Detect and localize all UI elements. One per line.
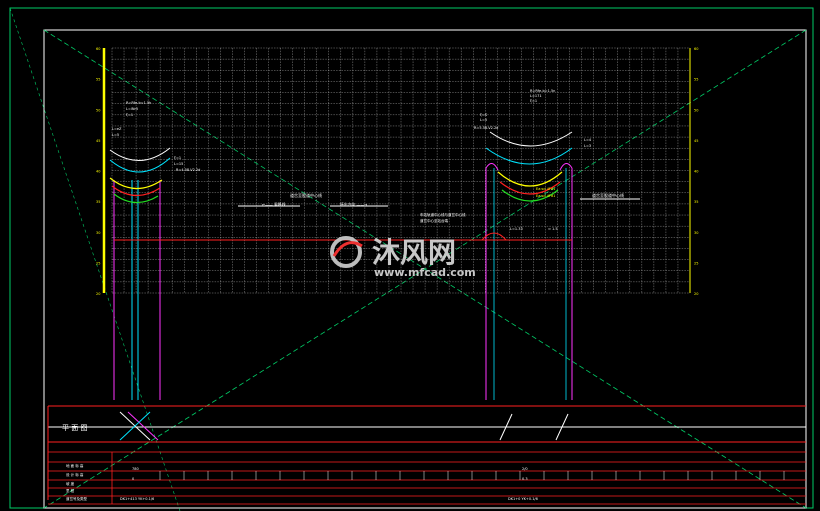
plan-label: 平 面 图 [62,424,87,432]
center-label-top: 道岔至股道中心线 [290,192,322,198]
scale-label: 45 [96,139,100,143]
station-note-1: 车站轨道中心线与道岔中心线 [420,212,466,217]
scale-label: 30 [96,231,100,235]
table-left-sub: 0 [132,477,134,481]
right-pipe-note-1: Ea:sd 4Fd1 [536,187,555,191]
table-bottom-left: DK1+413 YK+0.1/6 [120,497,154,501]
center-label-left-arrow: ←—— 乘降线 [262,202,286,207]
right-side-note-1: L=4 [584,138,592,142]
table-left-top: 780 [132,467,139,471]
scale-label: 60 [96,47,100,51]
station-note-2: 道岔中心至站台端 [420,218,448,223]
right-station-label: ≈ 1.5 [548,227,558,231]
scale-label: 55 [96,78,100,82]
scale-label: 50 [96,108,100,112]
left-mid-block-1: L=eZ [112,127,122,131]
left-top-block-2: L=lNr5 [126,107,138,111]
right-top-block-2: L=171 [530,94,542,98]
scale-label: 20 [694,292,698,296]
scale-label: 60 [694,47,698,51]
watermark-url: www.mfcad.com [374,266,476,279]
cad-drawing-canvas: 60 55 50 45 40 35 30 25 20 60 55 50 45 40 35 30 25 20 平 … [0,0,820,511]
scale-label: 40 [96,170,100,174]
center-label-right-arrow: 接出方向 ——→ [340,202,367,207]
table-row-label-3: 坡 度 [66,481,75,486]
left-mid-block-2: L=5 [112,133,119,137]
left-top-block-1: R=Rfe-b=1.5h [126,101,151,105]
right-pipe-note-2: Ea:sd 4Fd1 [536,194,555,198]
scale-label: 25 [694,261,698,265]
scale-label: 55 [694,78,698,82]
table-row-label-4: 里 程 [66,488,75,493]
table-row-label-1: 地 面 标 高 [66,463,84,468]
table-right-sub: 0.3 [522,477,528,481]
right-arrow-label: 道岔至股道中心线 [592,192,624,198]
scale-label: 35 [694,200,698,204]
scale-label: 45 [694,139,698,143]
scale-label: 30 [694,231,698,235]
scale-label: 50 [694,108,698,112]
watermark-brand: 沐风网 [372,236,456,269]
scale-label: 40 [694,170,698,174]
table-right-top: 2/0 [522,467,528,471]
right-mid-block-1: ξ=S [480,113,488,117]
left-curve-note-2: R=4.58-V2.2d [176,168,200,172]
right-curve-note: R=5.58-V2.2d [474,126,498,130]
table-row-label-2: 设 计 标 高 [66,472,84,477]
right-top-block-1: R=Rfe-b=1.5n [530,89,555,93]
right-side-note-2: L=3 [584,144,591,148]
table-row-label-5: 道岔号及类型 [66,496,87,501]
scale-label: 25 [96,261,100,265]
station-note-3: L=1.33 [510,227,523,231]
right-mid-block-2: L=5 [480,118,487,122]
table-bottom-right: DK1+0 YK+0.1/6 [508,497,538,501]
left-curve-note-1a: ξ=1 [174,156,181,160]
scale-label: 20 [96,292,100,296]
left-curve-note-1b: L=15 [174,162,183,166]
left-top-block-3: ξ=1 [126,113,133,117]
scale-label: 35 [96,200,100,204]
right-top-block-3: ξ=1 [530,99,537,103]
